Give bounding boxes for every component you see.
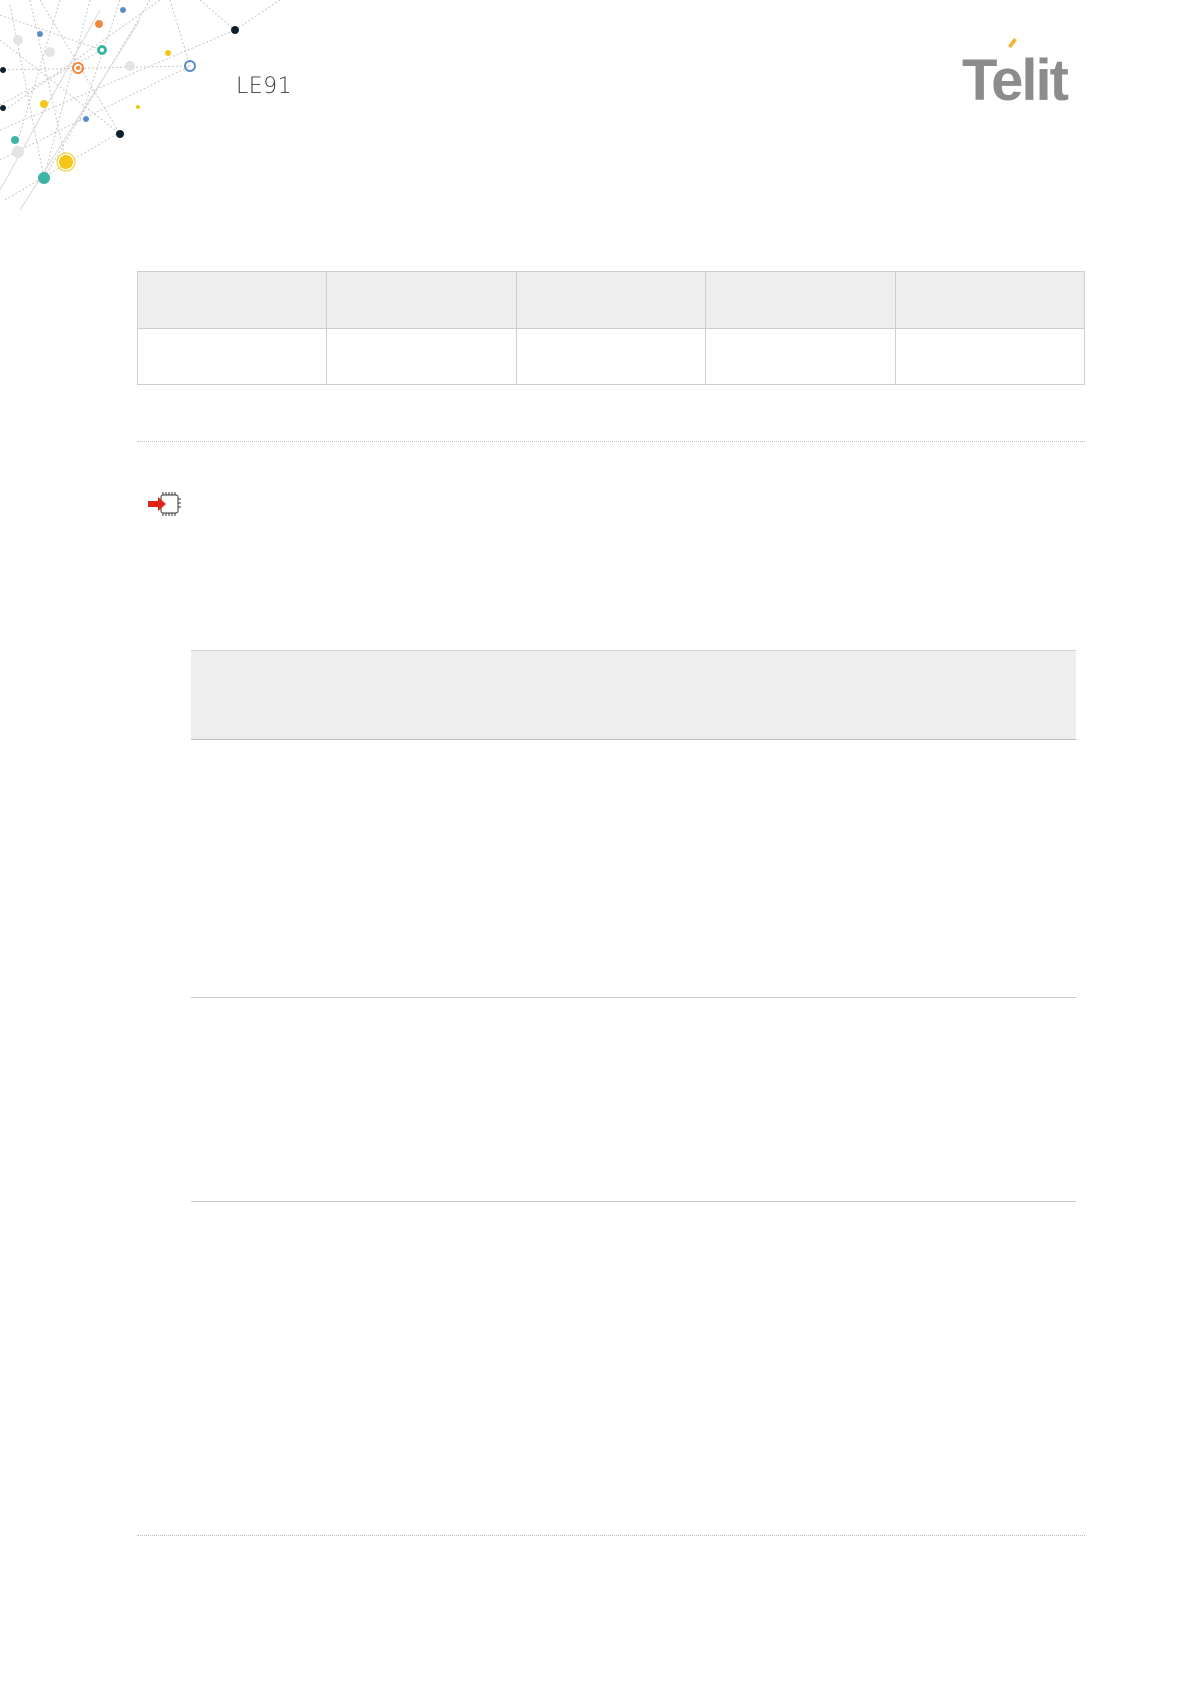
table-cell [515, 328, 707, 385]
info-box-row [191, 998, 1076, 1202]
section-divider [137, 441, 1085, 442]
logo-text: Telit [962, 48, 1069, 112]
table-header-row [136, 271, 1086, 329]
document-title: LE91 [236, 74, 293, 99]
table-header-cell [894, 271, 1086, 329]
telit-logo: Telit [962, 38, 1071, 112]
table-header-cell [326, 271, 517, 329]
table-header-cell [705, 271, 896, 329]
info-box [191, 650, 1076, 1202]
info-box-header [191, 650, 1076, 740]
table-header-cell [136, 271, 328, 329]
memory-chip-arrow-icon [148, 492, 181, 516]
table-cell [705, 328, 896, 385]
table-header-cell [515, 271, 707, 329]
info-table [136, 271, 1086, 385]
table-cell [136, 328, 328, 385]
network-graph-decoration-icon [0, 0, 281, 210]
table-row [136, 328, 1086, 385]
footer-divider [137, 1535, 1085, 1536]
table-cell [326, 328, 517, 385]
info-box-row [191, 740, 1076, 998]
table-cell [894, 328, 1086, 385]
